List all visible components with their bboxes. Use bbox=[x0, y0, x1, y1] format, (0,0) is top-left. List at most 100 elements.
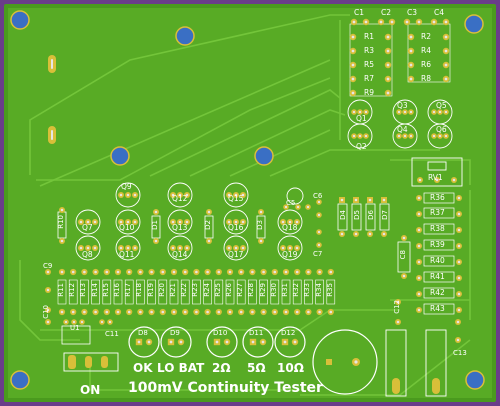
drill-hole bbox=[217, 310, 221, 314]
drill-hole bbox=[179, 340, 183, 344]
c5-label: C5 bbox=[286, 199, 296, 207]
resistor-bank-label: R12 bbox=[68, 283, 77, 297]
r40-label: R40 bbox=[430, 256, 445, 265]
drill-hole bbox=[206, 310, 209, 314]
resistor-bank-label: R30 bbox=[269, 283, 278, 297]
drill-hole bbox=[46, 270, 50, 274]
u1-label: U1 bbox=[70, 324, 80, 332]
drill-hole bbox=[46, 320, 50, 324]
c8-label: C8 bbox=[399, 250, 407, 260]
drill-hole bbox=[172, 270, 176, 274]
resistor-bank-label: R26 bbox=[225, 283, 233, 297]
d2-label: D2 bbox=[204, 220, 212, 230]
r39-label: R39 bbox=[430, 240, 445, 249]
drill-hole bbox=[457, 244, 461, 248]
resistor-bank-label: R32 bbox=[292, 283, 301, 297]
resistor-bank-label: R17 bbox=[124, 283, 133, 297]
drill-hole bbox=[288, 246, 292, 250]
drill-hole bbox=[119, 193, 123, 197]
drill-hole bbox=[126, 246, 130, 250]
q16-label: Q16 bbox=[228, 223, 244, 232]
c3-label: C3 bbox=[407, 8, 418, 17]
drill-hole bbox=[183, 310, 187, 314]
drill-hole bbox=[185, 246, 189, 250]
drill-hole bbox=[318, 310, 321, 314]
pcb-board: C1 C2 C3 C4 R1 R3 R5 R7 R9 R2 R4 R6 R8 Q… bbox=[0, 0, 500, 406]
led-ok-label: OK bbox=[133, 361, 153, 375]
drill-hole bbox=[93, 220, 97, 224]
drill-hole bbox=[457, 276, 461, 280]
q18-label: Q18 bbox=[282, 223, 298, 232]
r5-label: R5 bbox=[364, 60, 374, 69]
drill-hole bbox=[444, 49, 448, 53]
drill-hole bbox=[207, 210, 211, 214]
drill-hole bbox=[251, 340, 255, 344]
drill-hole bbox=[354, 198, 358, 202]
r41-label: R41 bbox=[430, 272, 445, 281]
r42-label: R42 bbox=[430, 288, 445, 297]
resistor-bank-label: R27 bbox=[236, 283, 245, 297]
drill-hole bbox=[417, 260, 421, 264]
resistor-bank-label: R28 bbox=[247, 283, 256, 297]
drill-hole bbox=[295, 310, 299, 314]
drill-hole bbox=[94, 310, 97, 314]
drill-hole bbox=[438, 134, 442, 138]
drill-hole bbox=[417, 20, 421, 24]
drill-hole bbox=[262, 270, 265, 274]
drill-hole bbox=[79, 246, 83, 250]
drill-hole bbox=[262, 310, 265, 314]
drill-hole bbox=[368, 198, 372, 202]
drill-hole bbox=[105, 310, 109, 314]
drill-hole bbox=[317, 230, 321, 234]
led-2ohm-label: 2Ω bbox=[212, 361, 231, 375]
drill-hole bbox=[409, 49, 413, 53]
q17-label: Q17 bbox=[228, 250, 244, 259]
drill-hole bbox=[86, 246, 90, 250]
drill-hole bbox=[195, 310, 198, 314]
drill-hole bbox=[228, 270, 232, 274]
drill-hole bbox=[295, 246, 299, 250]
drill-hole bbox=[239, 270, 243, 274]
drill-hole bbox=[417, 244, 421, 248]
q14-label: Q14 bbox=[172, 250, 188, 259]
drill-hole bbox=[457, 260, 461, 264]
r38-label: R38 bbox=[430, 224, 445, 233]
drill-hole bbox=[318, 270, 321, 274]
r36-label: R36 bbox=[430, 193, 445, 202]
drill-hole bbox=[379, 20, 383, 24]
drill-hole bbox=[93, 246, 97, 250]
drill-hole bbox=[382, 198, 386, 202]
drill-hole bbox=[284, 270, 288, 274]
drill-hole bbox=[83, 270, 86, 274]
drill-hole bbox=[60, 208, 64, 212]
d8-label: D8 bbox=[138, 329, 148, 337]
drill-hole bbox=[273, 270, 277, 274]
drill-hole bbox=[351, 91, 355, 95]
drill-hole bbox=[178, 246, 182, 250]
c1-label: C1 bbox=[354, 8, 365, 17]
drill-hole bbox=[457, 308, 461, 312]
drill-hole bbox=[273, 310, 277, 314]
drill-hole bbox=[417, 212, 421, 216]
drill-hole bbox=[317, 213, 321, 217]
drill-hole bbox=[417, 276, 421, 280]
drill-hole bbox=[386, 91, 390, 95]
drill-hole bbox=[409, 110, 413, 114]
drill-hole bbox=[386, 63, 390, 67]
d4-label: D4 bbox=[339, 210, 347, 220]
resistor-bank-label: R20 bbox=[157, 283, 166, 297]
drill-hole bbox=[306, 205, 310, 209]
drill-hole bbox=[119, 246, 123, 250]
drill-hole bbox=[307, 310, 310, 314]
resistor-bank-label: R35 bbox=[325, 283, 334, 297]
c13-label: C13 bbox=[453, 349, 467, 357]
d5-label: D5 bbox=[353, 210, 361, 220]
drill-hole bbox=[386, 35, 390, 39]
drill-hole bbox=[154, 239, 158, 243]
q4-label: Q4 bbox=[397, 125, 408, 134]
d3-label: D3 bbox=[256, 220, 264, 230]
drill-hole bbox=[444, 63, 448, 67]
drill-hole bbox=[402, 274, 406, 278]
drill-hole bbox=[150, 270, 153, 274]
drill-hole bbox=[340, 198, 344, 202]
